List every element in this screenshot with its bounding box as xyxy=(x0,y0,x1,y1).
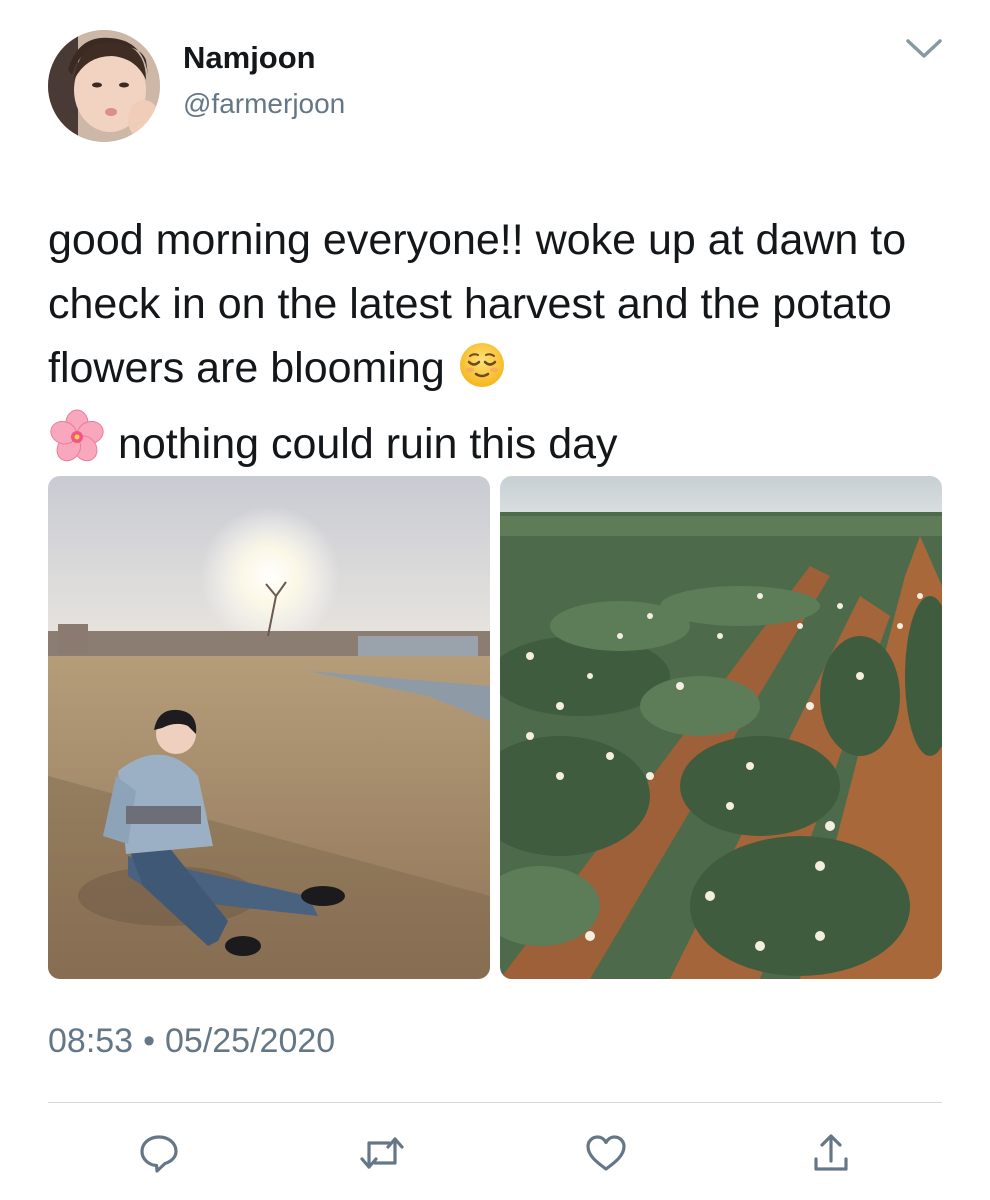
like-button[interactable] xyxy=(581,1128,631,1178)
tweet-text: good morning everyone!! woke up at dawn … xyxy=(48,208,948,484)
share-icon xyxy=(814,1134,848,1171)
tweet-timestamp[interactable]: 08:53 • 05/25/2020 xyxy=(48,1022,335,1061)
cherry-blossom-icon xyxy=(48,408,106,484)
chevron-down-icon xyxy=(906,39,942,58)
reply-icon xyxy=(140,1135,178,1173)
retweet-button[interactable] xyxy=(357,1128,407,1178)
retweet-icon xyxy=(360,1137,404,1169)
timestamp-separator: • xyxy=(143,1022,155,1060)
tweet-photo-person[interactable] xyxy=(48,476,490,979)
tweet-photo-potato-field[interactable] xyxy=(500,476,942,979)
relieved-face-icon xyxy=(457,340,507,408)
author-display-name[interactable]: Namjoon xyxy=(183,40,316,76)
heart-icon xyxy=(586,1135,626,1171)
more-options-button[interactable] xyxy=(903,34,945,64)
tweet-date: 05/25/2020 xyxy=(165,1022,336,1060)
tweet-time: 08:53 xyxy=(48,1022,134,1060)
author-avatar[interactable] xyxy=(48,30,160,142)
action-bar-divider xyxy=(48,1102,942,1103)
tweet-text-part-2: nothing could ruin this day xyxy=(117,420,618,468)
author-handle[interactable]: @farmerjoon xyxy=(183,88,345,120)
reply-button[interactable] xyxy=(134,1128,184,1178)
share-button[interactable] xyxy=(806,1128,856,1178)
